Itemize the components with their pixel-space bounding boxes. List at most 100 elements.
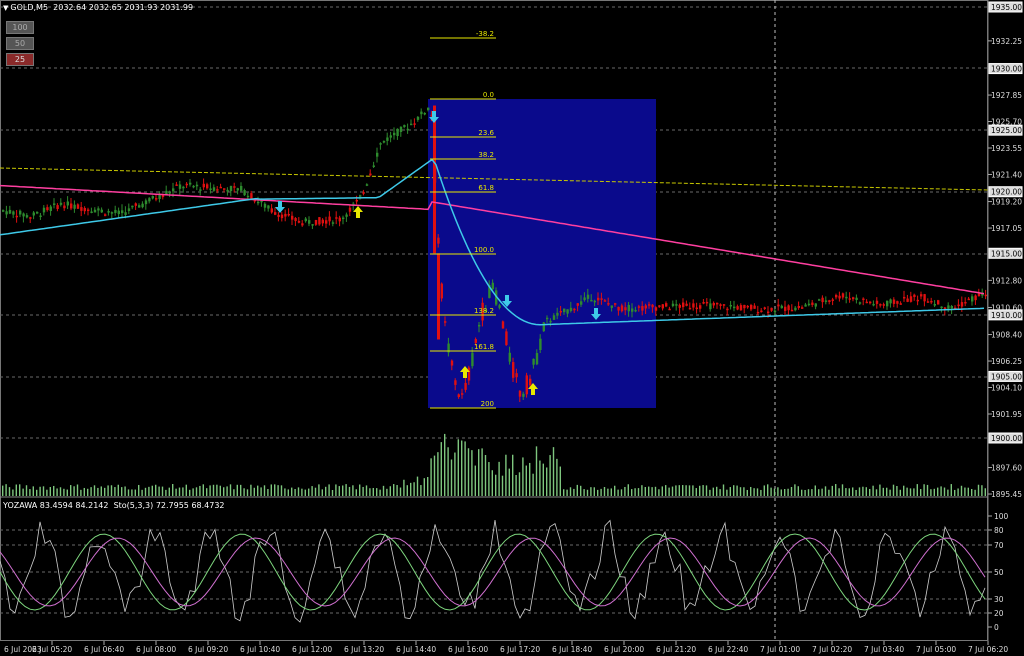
volume-bar	[926, 484, 929, 496]
chart-canvas[interactable]: -38.20.023.638.261.8100.0138.2161.8200 1…	[0, 0, 1024, 656]
fib-level-label: 200	[481, 400, 494, 408]
dropdown-triangle-icon[interactable]: ▼	[3, 4, 8, 12]
volume-bar	[246, 489, 249, 496]
volume-bar	[546, 467, 548, 496]
volume-bar	[787, 488, 789, 496]
candle-body	[42, 207, 46, 213]
candle-body	[906, 298, 909, 302]
candle-body	[454, 380, 457, 385]
volume-bar	[199, 485, 201, 496]
candle-body	[699, 305, 702, 309]
candle-body	[36, 211, 39, 214]
osc-level-label: 100	[994, 512, 1009, 521]
candle-body	[413, 123, 416, 125]
volume-bar	[355, 489, 357, 496]
candle-body	[168, 192, 171, 194]
volume-bar	[971, 488, 973, 496]
volume-bar	[110, 485, 113, 496]
candle-body	[756, 311, 760, 314]
price-label: 1904.10	[991, 384, 1022, 393]
price-label: 1900.00	[991, 434, 1022, 443]
candle-body	[892, 299, 896, 304]
zoom-100-button[interactable]: 100	[6, 21, 34, 34]
volume-bar	[899, 489, 901, 496]
volume-bar	[967, 487, 969, 496]
candle-body	[671, 303, 675, 307]
osc-level-label: 30	[994, 595, 1004, 604]
candle-body	[440, 283, 443, 299]
volume-bar	[535, 446, 538, 496]
candle-body	[518, 390, 522, 397]
candle-body	[464, 382, 467, 390]
candle-body	[950, 305, 953, 309]
volume-bar	[291, 487, 293, 496]
candle-body	[345, 214, 348, 217]
volume-bar	[797, 486, 799, 496]
volume-bar	[73, 486, 75, 496]
candle-body	[559, 310, 562, 313]
candle-body	[532, 358, 535, 365]
volume-bar	[603, 487, 606, 496]
zoom-50-button[interactable]: 50	[6, 37, 34, 50]
price-label: 1915.00	[991, 249, 1022, 258]
candle-body	[631, 308, 634, 312]
candle-body	[964, 301, 967, 304]
volume-bar	[328, 484, 330, 496]
volume-bar	[263, 485, 266, 496]
volume-bar	[267, 489, 269, 496]
volume-bar	[2, 485, 4, 496]
volume-bar	[359, 484, 361, 496]
volume-bar	[413, 482, 415, 496]
volume-bar	[345, 484, 347, 496]
candle-body	[593, 300, 596, 303]
candle-body	[930, 300, 933, 303]
volume-bar	[56, 488, 58, 496]
candle-body	[280, 214, 284, 219]
volume-bar	[178, 487, 181, 496]
volume-bar	[746, 489, 748, 496]
volume-bar	[675, 485, 677, 496]
volume-bar	[314, 487, 317, 496]
candle-body	[471, 352, 474, 367]
candle-body	[297, 220, 301, 223]
candle-body	[529, 378, 532, 386]
volume-bar	[607, 488, 609, 496]
candle-body	[141, 203, 144, 208]
candle-body	[617, 306, 620, 311]
candle-body	[314, 219, 318, 225]
candle-body	[916, 299, 919, 302]
zoom-25-button[interactable]: 25	[6, 53, 34, 66]
candle-body	[372, 165, 375, 167]
candle-body	[2, 210, 5, 212]
candle-body	[974, 295, 977, 301]
volume-bar	[250, 484, 252, 496]
candle-body	[641, 306, 644, 311]
candle-body	[277, 214, 280, 217]
volume-bar	[32, 486, 34, 496]
volume-bar	[576, 484, 578, 496]
candle-body	[144, 200, 148, 205]
candle-body	[549, 320, 552, 323]
time-axis[interactable]: 6 Jul 20236 Jul 05:20 6 Jul 06:40 6 Jul 08…	[4, 641, 1008, 654]
volume-bar	[454, 452, 456, 496]
volume-bar	[59, 487, 62, 496]
candle-body	[913, 294, 916, 298]
volume-bar	[467, 448, 470, 496]
candle-body	[403, 125, 406, 127]
osc-level-label: 50	[994, 568, 1004, 577]
down-arrow-icon	[275, 201, 285, 213]
candle-body	[216, 189, 219, 191]
candle-body	[189, 182, 192, 185]
volume-bar	[134, 489, 136, 496]
volume-bar	[794, 484, 796, 496]
volume-bar	[522, 457, 524, 496]
volume-bar	[947, 489, 949, 496]
volume-bar	[427, 477, 429, 496]
osc-level-label: 80	[994, 526, 1004, 535]
candle-body	[478, 324, 481, 327]
volume-bar	[87, 488, 89, 496]
volume-bar	[627, 484, 629, 496]
candle-body	[240, 185, 243, 191]
volume-bar	[631, 489, 633, 496]
volume-bar	[471, 450, 473, 496]
